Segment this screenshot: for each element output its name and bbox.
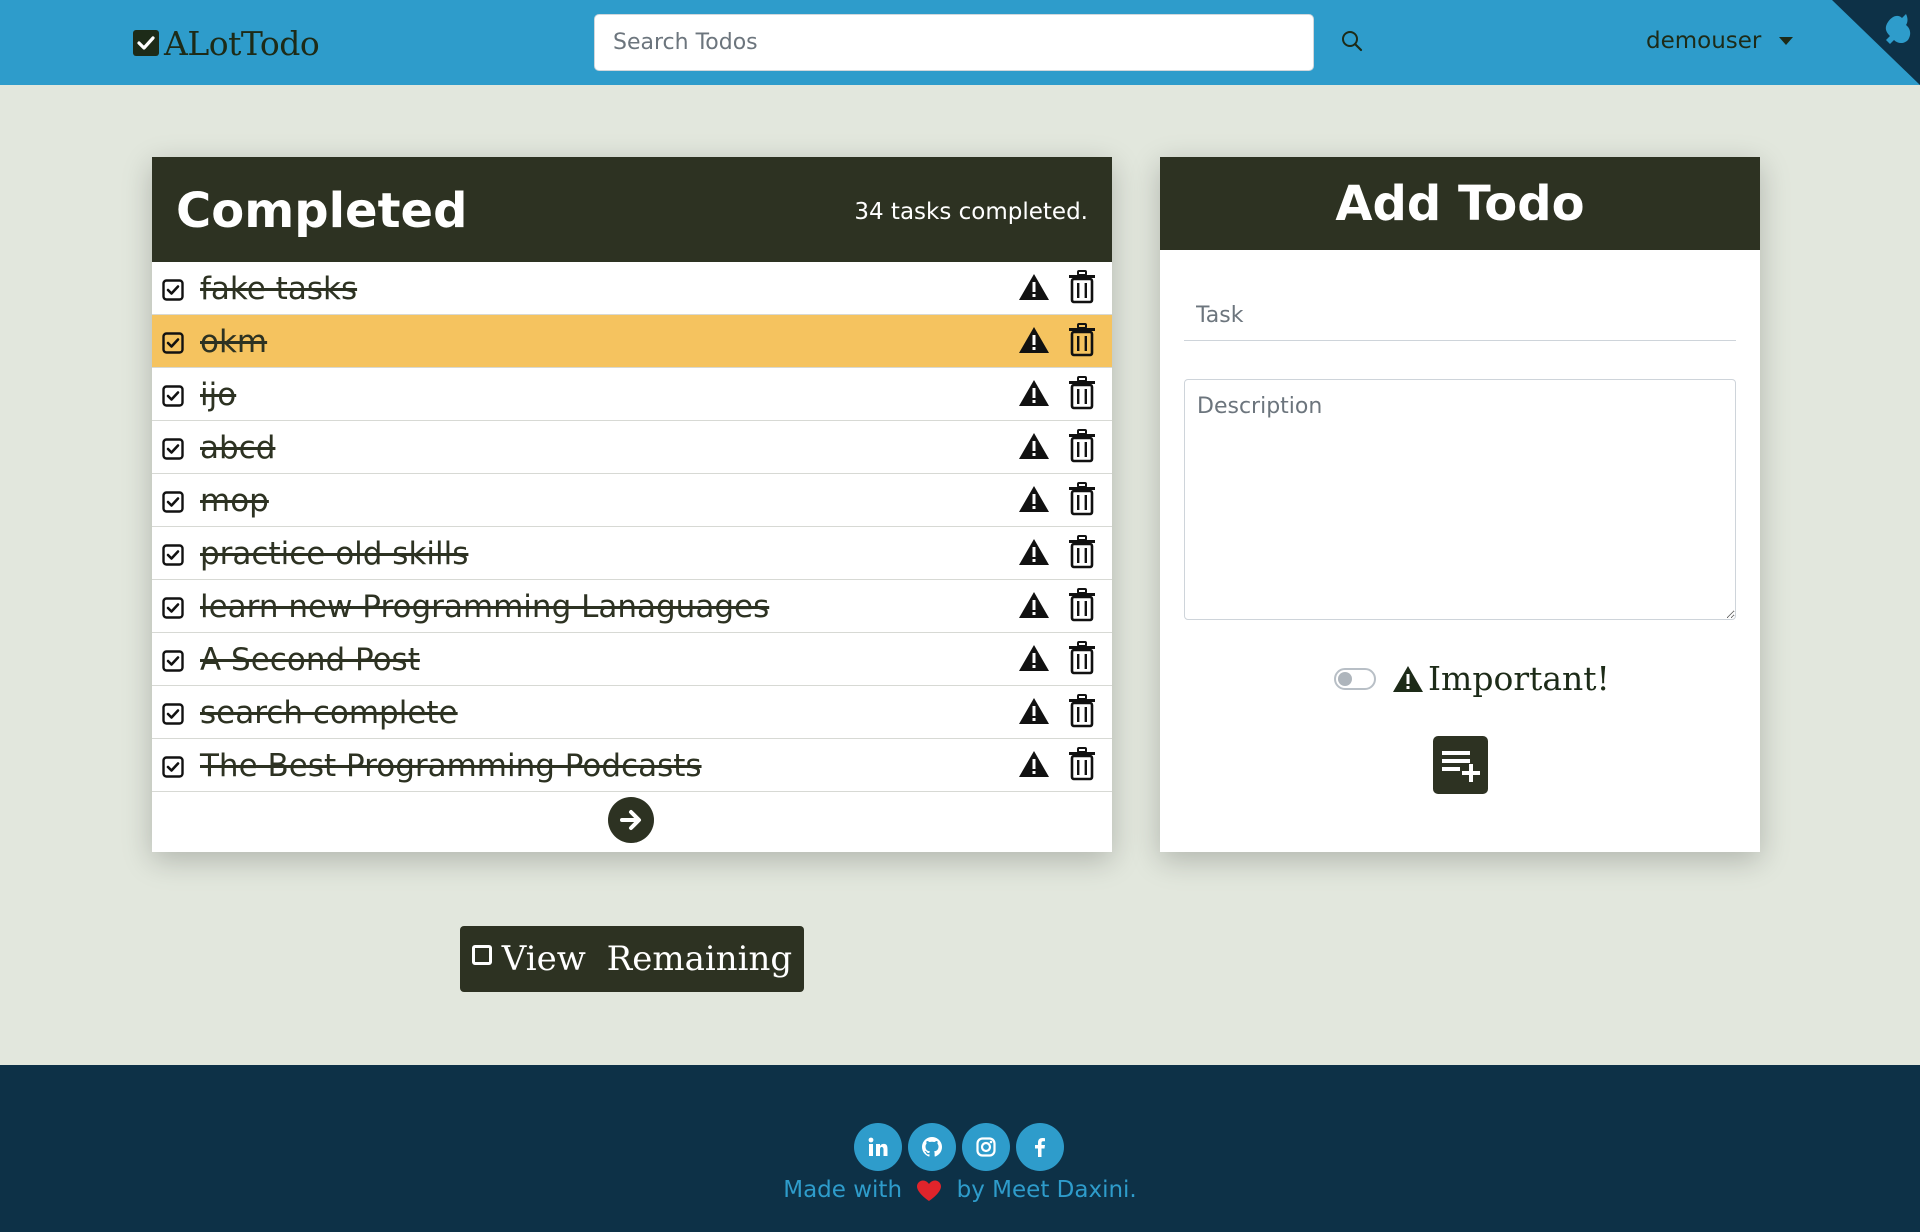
todo-row[interactable]: search complete [152,686,1112,739]
important-row: Important! [1334,659,1610,698]
important-toggle[interactable] [1334,667,1376,690]
instagram-button[interactable] [962,1123,1010,1171]
warning-icon[interactable] [1018,378,1050,408]
checkbox-checked-icon[interactable] [162,703,184,725]
todo-row[interactable]: A Second Post [152,633,1112,686]
add-todo-title: Add Todo [1335,175,1585,232]
warning-icon[interactable] [1018,431,1050,461]
checkbox-checked-icon[interactable] [162,756,184,778]
brand-logo[interactable]: ALotTodo [132,23,320,63]
checkbox-checked-icon[interactable] [162,279,184,301]
warning-icon[interactable] [1018,643,1050,673]
warning-icon[interactable] [1018,590,1050,620]
trash-icon[interactable] [1068,429,1096,463]
todo-text: fake tasks [200,271,358,307]
trash-icon[interactable] [1068,270,1096,304]
todo-text: abcd [200,430,276,466]
trash-icon[interactable] [1068,323,1096,357]
todo-text: learn new Programming Lanaguages [200,589,770,625]
brand-name: ALotTodo [164,23,320,63]
view-remaining-label: View Remaining [501,939,793,979]
warning-icon[interactable] [1018,696,1050,726]
trash-icon[interactable] [1068,641,1096,675]
add-todo-button[interactable] [1433,736,1488,794]
trash-icon[interactable] [1068,747,1096,781]
trash-icon[interactable] [1068,482,1096,516]
search-button[interactable] [1335,24,1369,58]
made-prefix: Made with [783,1177,903,1203]
footer: Made with by Meet Daxini. [0,1065,1920,1232]
navbar: ALotTodo demouser [0,0,1920,85]
caret-down-icon [1779,37,1794,45]
checkbox-checked-icon[interactable] [162,544,184,566]
warning-icon[interactable] [1018,484,1050,514]
warning-icon [1393,665,1423,692]
todo-row[interactable]: okm [152,315,1112,368]
facebook-icon [1035,1138,1045,1157]
warning-icon[interactable] [1018,272,1050,302]
checkbox-empty-icon [471,945,492,965]
checkbox-checked-icon[interactable] [162,438,184,460]
checkbox-checked-icon[interactable] [162,491,184,513]
todo-row[interactable]: ijo [152,368,1112,421]
github-corner-icon[interactable] [1832,0,1920,85]
todo-row[interactable]: abcd [152,421,1112,474]
todo-text: practice old skills [200,536,469,572]
todo-list: fake tasks okm ijo abcd mop practice old skil… [152,262,1112,792]
trash-icon[interactable] [1068,694,1096,728]
next-page-button[interactable] [608,797,654,843]
view-remaining-button[interactable]: View Remaining [460,926,804,992]
todo-row[interactable]: The Best Programming Podcasts [152,739,1112,792]
author-link[interactable]: by Meet Daxini. [957,1177,1137,1203]
warning-icon[interactable] [1018,537,1050,567]
github-icon [922,1137,942,1157]
add-todo-card: Add Todo Important! [1160,157,1760,852]
completed-title: Completed [176,183,468,239]
warning-icon[interactable] [1018,325,1050,355]
warning-icon[interactable] [1018,749,1050,779]
linkedin-button[interactable] [854,1123,902,1171]
playlist-add-icon [1441,751,1480,782]
todo-text: okm [200,324,268,360]
checkbox-checked-icon[interactable] [162,385,184,407]
social-links [854,1123,1064,1171]
checkbox-checked-icon [133,30,159,56]
todo-text: A Second Post [200,642,420,678]
heart-icon [917,1180,942,1201]
todo-text: search complete [200,695,458,731]
important-label: Important! [1428,659,1610,698]
facebook-button[interactable] [1016,1123,1064,1171]
trash-icon[interactable] [1068,376,1096,410]
description-input[interactable] [1184,379,1736,620]
todo-row[interactable]: fake tasks [152,262,1112,315]
completed-header: Completed 34 tasks completed. [152,157,1112,262]
github-button[interactable] [908,1123,956,1171]
made-with-text: Made with by Meet Daxini. [0,1177,1920,1203]
todo-text: mop [200,483,269,519]
trash-icon[interactable] [1068,588,1096,622]
search-icon [1342,31,1363,52]
task-input[interactable] [1184,291,1736,341]
todo-text: ijo [200,377,237,413]
trash-icon[interactable] [1068,535,1096,569]
checkbox-checked-icon[interactable] [162,650,184,672]
add-todo-header: Add Todo [1160,157,1760,250]
user-dropdown[interactable]: demouser [1646,28,1794,54]
todo-text: The Best Programming Podcasts [200,748,702,784]
username: demouser [1646,28,1762,54]
completed-card: Completed 34 tasks completed. fake tasks… [152,157,1112,852]
completed-count: 34 tasks completed. [854,199,1088,225]
todo-row[interactable]: mop [152,474,1112,527]
linkedin-icon [868,1137,888,1156]
checkbox-checked-icon[interactable] [162,332,184,354]
todo-row[interactable]: learn new Programming Lanaguages [152,580,1112,633]
search-input[interactable] [594,14,1314,71]
todo-row[interactable]: practice old skills [152,527,1112,580]
arrow-right-icon [620,810,641,830]
instagram-icon [976,1137,996,1157]
toggle-knob [1338,671,1352,686]
checkbox-checked-icon[interactable] [162,597,184,619]
